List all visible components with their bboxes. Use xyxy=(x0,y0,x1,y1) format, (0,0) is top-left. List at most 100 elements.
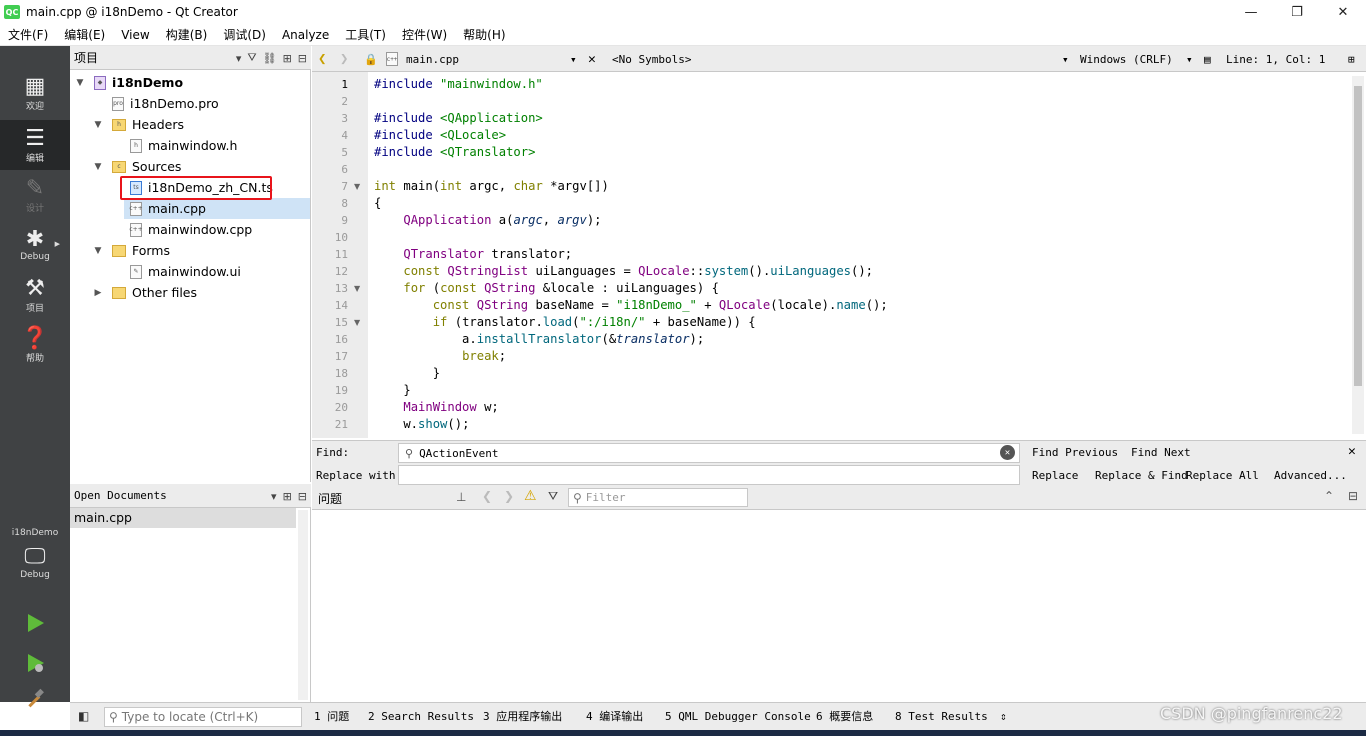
next-issue-icon[interactable]: ❯ xyxy=(504,489,514,503)
locator-input[interactable]: ⚲ Type to locate (Ctrl+K) xyxy=(104,707,302,727)
mode-edit[interactable]: ☰ 编辑 xyxy=(0,120,70,170)
code-line[interactable]: MainWindow w; xyxy=(374,399,498,416)
code-line[interactable]: { xyxy=(374,195,381,212)
maximize-pane-icon[interactable]: ⌃ xyxy=(1324,489,1334,503)
replace-all-button[interactable]: Replace All xyxy=(1186,469,1259,482)
code-line[interactable]: const QString baseName = "i18nDemo_" + Q… xyxy=(374,297,888,314)
filter-icon[interactable]: ⛛ xyxy=(247,51,256,65)
scrollbar-thumb[interactable] xyxy=(1354,86,1362,386)
fold-arrow-icon[interactable]: ▼ xyxy=(354,280,360,297)
tree-item-project[interactable]: ▼ ◆ i18nDemo xyxy=(70,72,310,93)
code-line[interactable]: #include <QTranslator> xyxy=(374,144,535,161)
category-filter-icon[interactable]: ⊥ xyxy=(456,490,466,504)
prev-issue-icon[interactable]: ❮ xyxy=(482,489,492,503)
dropdown-arrow-icon[interactable]: ▾ xyxy=(236,52,242,65)
fold-arrow-icon[interactable]: ▼ xyxy=(354,314,360,331)
debug-run-button[interactable] xyxy=(22,650,48,676)
tree-item-mainwindow-cpp[interactable]: c++ mainwindow.cpp xyxy=(70,219,310,240)
collapse-arrow-icon[interactable]: ▼ xyxy=(92,120,104,130)
mode-debug[interactable]: ✱ Debug ▶ xyxy=(0,220,70,270)
code-line[interactable]: w.show(); xyxy=(374,416,469,433)
cursor-position[interactable]: Line: 1, Col: 1 xyxy=(1226,46,1325,72)
tree-item-pro-file[interactable]: pro i18nDemo.pro xyxy=(70,93,310,114)
mode-design[interactable]: ✎ 设计 xyxy=(0,170,70,220)
line-endings-arrow-icon[interactable]: ▾ xyxy=(1186,46,1193,72)
code-line[interactable]: for (const QString &locale : uiLanguages… xyxy=(374,280,719,297)
split-icon[interactable]: ⊞ xyxy=(283,52,292,65)
tree-item-mainwindow-ui[interactable]: ✎ mainwindow.ui xyxy=(70,261,310,282)
tree-item-other-files[interactable]: ▶ Other files xyxy=(70,282,310,303)
symbols-combo-arrow-icon[interactable]: ▾ xyxy=(1062,46,1069,72)
code-line[interactable]: #include <QApplication> xyxy=(374,110,543,127)
advanced-button[interactable]: Advanced... xyxy=(1274,469,1347,482)
menu-analyze[interactable]: Analyze xyxy=(274,24,337,46)
find-input[interactable]: ⚲ QActionEvent ✕ xyxy=(398,443,1020,463)
code-line[interactable]: a.installTranslator(&translator); xyxy=(374,331,704,348)
code-line[interactable]: } xyxy=(374,382,410,399)
current-file-combo[interactable]: main.cpp xyxy=(406,46,459,72)
minimize-pane-icon[interactable]: ⊟ xyxy=(1348,489,1358,503)
close-panel-icon[interactable]: ⊟ xyxy=(298,490,307,503)
code-line[interactable]: QTranslator translator; xyxy=(374,246,572,263)
restore-button[interactable]: ❐ xyxy=(1274,0,1320,24)
code-line[interactable]: QApplication a(argc, argv); xyxy=(374,212,601,229)
clear-input-icon[interactable]: ✕ xyxy=(1000,445,1015,460)
line-endings-combo[interactable]: Windows (CRLF) xyxy=(1080,46,1173,72)
tree-item-headers[interactable]: ▼ h Headers xyxy=(70,114,310,135)
tree-item-sources[interactable]: ▼ c Sources xyxy=(70,156,310,177)
close-panel-icon[interactable]: ⊟ xyxy=(298,52,307,65)
tree-item-main-cpp[interactable]: c++ main.cpp xyxy=(124,198,310,219)
menu-view[interactable]: View xyxy=(113,24,157,46)
collapse-arrow-icon[interactable]: ▼ xyxy=(74,78,86,88)
open-document-item[interactable]: main.cpp xyxy=(70,508,296,528)
code-line[interactable]: } xyxy=(374,365,440,382)
minimize-button[interactable]: — xyxy=(1228,0,1274,24)
output-tab-general-messages[interactable]: 6 概要信息 xyxy=(816,703,873,731)
mode-projects[interactable]: ⚒ 项目 xyxy=(0,270,70,320)
mode-welcome[interactable]: ▦ 欢迎 xyxy=(0,68,70,118)
run-button[interactable] xyxy=(22,610,48,636)
collapse-arrow-icon[interactable]: ▼ xyxy=(92,246,104,256)
more-tabs-arrow-icon[interactable]: ⇕ xyxy=(1000,703,1007,731)
output-tab-application-output[interactable]: 3 应用程序输出 xyxy=(483,703,562,731)
code-line[interactable]: #include <QLocale> xyxy=(374,127,506,144)
menu-file[interactable]: 文件(F) xyxy=(0,24,56,46)
menu-controls[interactable]: 控件(W) xyxy=(394,24,455,46)
expand-arrow-icon[interactable]: ▶ xyxy=(92,288,104,298)
split-editor-icon[interactable]: ⊞ xyxy=(1348,46,1355,72)
menu-tools[interactable]: 工具(T) xyxy=(337,24,394,46)
replace-button[interactable]: Replace xyxy=(1032,469,1078,482)
find-previous-button[interactable]: Find Previous xyxy=(1032,446,1118,459)
mode-help[interactable]: ❓ 帮助 xyxy=(0,320,70,370)
issues-filter-input[interactable]: ⚲ Filter xyxy=(568,488,748,507)
output-tab-issues[interactable]: 1 问题 xyxy=(314,703,349,731)
open-documents-scrollbar[interactable] xyxy=(298,510,308,700)
output-tab-search-results[interactable]: 2 Search Results xyxy=(368,703,474,731)
close-document-icon[interactable]: ✕ xyxy=(588,46,596,72)
projects-panel-title[interactable]: 项目 xyxy=(74,49,98,66)
tree-item-mainwindow-h[interactable]: h mainwindow.h xyxy=(70,135,310,156)
toggle-sidebar-icon[interactable]: ◧ xyxy=(78,709,89,723)
menu-edit[interactable]: 编辑(E) xyxy=(56,24,113,46)
menu-build[interactable]: 构建(B) xyxy=(158,24,216,46)
code-line[interactable]: int main(int argc, char *argv[]) xyxy=(374,178,609,195)
menu-help[interactable]: 帮助(H) xyxy=(455,24,513,46)
code-line[interactable]: #include "mainwindow.h" xyxy=(374,76,543,93)
replace-and-find-button[interactable]: Replace & Find xyxy=(1095,469,1188,482)
kit-selector[interactable]: 🖵 Debug xyxy=(0,544,70,594)
close-find-icon[interactable]: ✕ xyxy=(1348,444,1356,459)
editor-scrollbar[interactable] xyxy=(1352,76,1364,434)
forward-arrow-icon[interactable]: ❯ xyxy=(340,46,348,72)
code-line[interactable]: const QStringList uiLanguages = QLocale:… xyxy=(374,263,873,280)
tree-item-forms[interactable]: ▼ Forms xyxy=(70,240,310,261)
filter-icon[interactable]: ⛛ xyxy=(548,489,558,504)
search-icon[interactable]: ⚲ xyxy=(405,447,413,460)
output-tab-compile-output[interactable]: 4 编译输出 xyxy=(586,703,643,731)
code-editor[interactable]: 1 #include "mainwindow.h" 2 3 #include <… xyxy=(312,72,1366,438)
code-line[interactable]: if (translator.load(":/i18n/" + baseName… xyxy=(374,314,756,331)
file-combo-arrow-icon[interactable]: ▾ xyxy=(570,46,577,72)
open-documents-title[interactable]: Open Documents xyxy=(74,489,167,502)
build-button[interactable] xyxy=(22,686,48,712)
output-tab-test-results[interactable]: 8 Test Results xyxy=(895,703,988,731)
symbols-combo[interactable]: <No Symbols> xyxy=(612,46,691,72)
